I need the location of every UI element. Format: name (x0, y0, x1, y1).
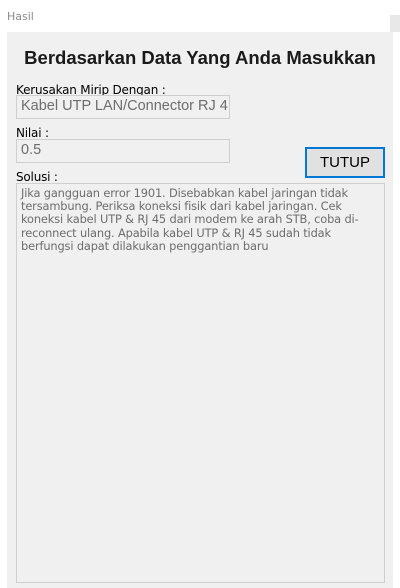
solution-label: Solusi : (16, 170, 58, 184)
solution-textarea[interactable]: Jika gangguan error 1901. Disebabkan kab… (16, 183, 385, 583)
score-label: Nilai : (16, 126, 49, 140)
result-window: Hasil Berdasarkan Data Yang Anda Masukka… (0, 0, 400, 588)
damage-field[interactable]: Kabel UTP LAN/Connector RJ 4! (16, 95, 230, 119)
close-button[interactable]: TUTUP (305, 147, 385, 178)
form-body: Berdasarkan Data Yang Anda Masukkan Keru… (7, 32, 393, 588)
window-title: Hasil (7, 10, 34, 23)
title-bar: Hasil (0, 0, 400, 32)
result-heading: Berdasarkan Data Yang Anda Masukkan (24, 47, 376, 68)
titlebar-button[interactable] (390, 15, 400, 32)
score-field[interactable]: 0.5 (16, 139, 230, 163)
